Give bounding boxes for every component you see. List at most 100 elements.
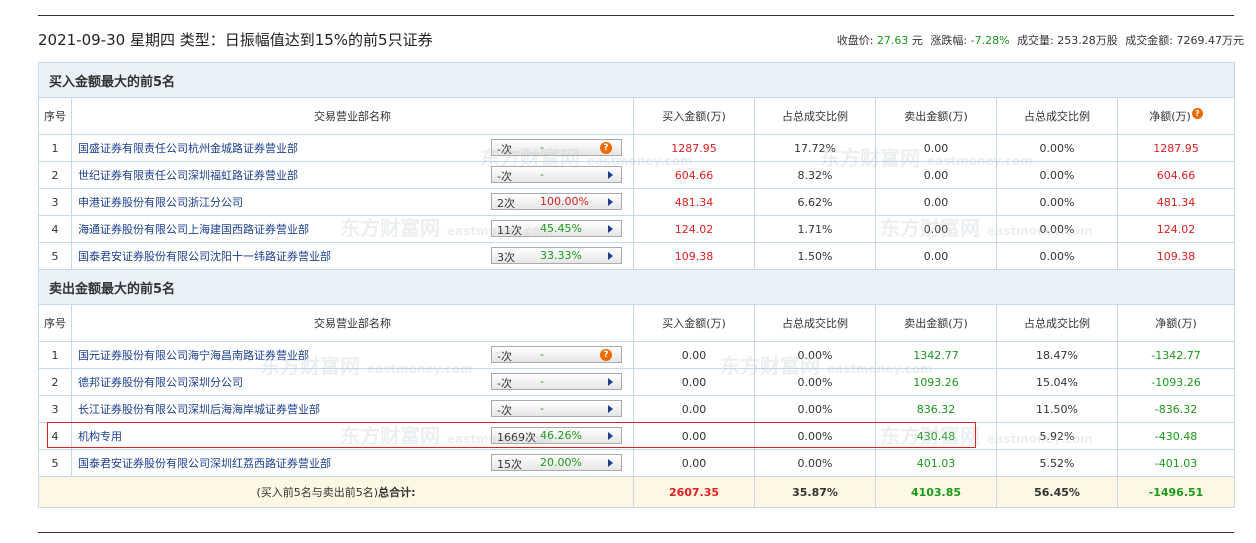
net-amount: 481.34	[1117, 188, 1235, 216]
win-rate: -	[540, 168, 544, 181]
buy-section-header: 买入金额最大的前5名	[38, 62, 1235, 98]
history-control[interactable]: 2次 100.00%	[491, 193, 622, 210]
arrow-right-icon[interactable]	[608, 171, 613, 179]
total-net: -1496.51	[1117, 476, 1235, 508]
sell-table-row: 2 德邦证券股份有限公司深圳分公司 -次 - 0.00 0.00% 1093.26 15.04…	[38, 368, 1235, 396]
row-number: 1	[38, 134, 72, 162]
sell-section-title: 卖出金额最大的前5名	[38, 269, 1235, 305]
listing-count: 11次	[497, 224, 522, 237]
buy-table-row: 4 海通证券股份有限公司上海建国西路证券营业部 11次 45.45% 124.02 1.7…	[38, 215, 1235, 243]
col-header-sell-ratio: 占总成交比例	[996, 304, 1118, 342]
help-icon[interactable]: ?	[600, 142, 612, 154]
help-icon[interactable]: ?	[600, 349, 612, 361]
sell-amount: 0.00	[875, 188, 997, 216]
buy-ratio: 1.50%	[754, 242, 876, 270]
sell-ratio: 5.52%	[996, 449, 1118, 477]
arrow-right-icon[interactable]	[608, 432, 613, 440]
sell-table-row: 1 国元证券股份有限公司海宁海昌南路证券营业部 -次 -? 0.00 0.00% 1342.…	[38, 341, 1235, 369]
net-amount: -401.03	[1117, 449, 1235, 477]
net-amount: 1287.95	[1117, 134, 1235, 162]
arrow-right-icon[interactable]	[608, 225, 613, 233]
dragon-tiger-table-wrapper: 买入金额最大的前5名 序号 交易营业部名称 买入金额(万) 占总成交比例 卖出金…	[38, 62, 1235, 508]
broker-link[interactable]: 世纪证券有限责任公司深圳福虹路证券营业部	[78, 169, 298, 182]
history-control[interactable]: -次 -	[491, 373, 622, 390]
win-rate: -	[540, 141, 544, 154]
buy-ratio: 0.00%	[754, 422, 876, 450]
total-buy: 2607.35	[633, 476, 755, 508]
listing-count: 2次	[497, 197, 515, 210]
dragon-tiger-table: 买入金额最大的前5名 序号 交易营业部名称 买入金额(万) 占总成交比例 卖出金…	[38, 62, 1235, 508]
total-sell: 4103.85	[875, 476, 997, 508]
history-control[interactable]: 3次 33.33%	[491, 247, 622, 264]
sell-ratio: 18.47%	[996, 341, 1118, 369]
buy-ratio: 0.00%	[754, 341, 876, 369]
close-price-value: 27.63	[876, 34, 909, 47]
broker-link[interactable]: 国泰君安证券股份有限公司沈阳十一纬路证券营业部	[78, 250, 331, 263]
win-rate: 46.26%	[540, 429, 582, 442]
row-number: 4	[38, 215, 72, 243]
col-header-buy-ratio: 占总成交比例	[754, 304, 876, 342]
stock-stats: 收盘价: 27.63 元 涨跌幅: -7.28% 成交量: 253.28万股 成…	[837, 32, 1244, 48]
win-rate: 45.45%	[540, 222, 582, 235]
broker-name-cell: 国盛证券有限责任公司杭州金城路证券营业部 -次 -?	[71, 134, 634, 162]
buy-amount: 109.38	[633, 242, 755, 270]
buy-ratio: 17.72%	[754, 134, 876, 162]
history-control[interactable]: -次 -?	[491, 139, 622, 156]
arrow-right-icon[interactable]	[608, 378, 613, 386]
sell-amount: 401.03	[875, 449, 997, 477]
sell-ratio: 5.92%	[996, 422, 1118, 450]
buy-ratio: 6.62%	[754, 188, 876, 216]
broker-link[interactable]: 国泰君安证券股份有限公司深圳红荔西路证券营业部	[78, 457, 331, 470]
page-header: 2021-09-30 星期四 类型：日振幅值达到15%的前5只证券 收盘价: 2…	[38, 24, 1244, 54]
arrow-right-icon[interactable]	[608, 459, 613, 467]
broker-link[interactable]: 长江证券股份有限公司深圳后海海岸城证券营业部	[78, 403, 320, 416]
broker-name-cell: 德邦证券股份有限公司深圳分公司 -次 -	[71, 368, 634, 396]
history-control[interactable]: -次 -?	[491, 346, 622, 363]
broker-link[interactable]: 海通证券股份有限公司上海建国西路证券营业部	[78, 223, 309, 236]
sell-amount: 430.48	[875, 422, 997, 450]
col-header-no: 序号	[38, 304, 72, 342]
sell-ratio: 11.50%	[996, 395, 1118, 423]
change-value: -7.28%	[970, 34, 1010, 47]
page-title: 2021-09-30 星期四 类型：日振幅值达到15%的前5只证券	[38, 31, 433, 49]
win-rate: 100.00%	[540, 195, 589, 208]
sell-amount: 1342.77	[875, 341, 997, 369]
listing-count: -次	[497, 404, 512, 417]
broker-name-cell: 国元证券股份有限公司海宁海昌南路证券营业部 -次 -?	[71, 341, 634, 369]
history-control[interactable]: -次 -	[491, 166, 622, 183]
win-rate: -	[540, 375, 544, 388]
history-control[interactable]: 15次 20.00%	[491, 454, 622, 471]
broker-link[interactable]: 德邦证券股份有限公司深圳分公司	[78, 376, 243, 389]
arrow-right-icon[interactable]	[608, 198, 613, 206]
broker-link[interactable]: 机构专用	[78, 430, 122, 443]
broker-name-cell: 长江证券股份有限公司深圳后海海岸城证券营业部 -次 -	[71, 395, 634, 423]
listing-count: -次	[497, 350, 512, 363]
history-control[interactable]: -次 -	[491, 400, 622, 417]
row-number: 4	[38, 422, 72, 450]
row-number: 2	[38, 161, 72, 189]
buy-section-title: 买入金额最大的前5名	[38, 62, 1235, 98]
broker-link[interactable]: 申港证券股份有限公司浙江分公司	[78, 196, 243, 209]
buy-table-row: 3 申港证券股份有限公司浙江分公司 2次 100.00% 481.34 6.62% 0.00…	[38, 188, 1235, 216]
total-buy-ratio: 35.87%	[754, 476, 876, 508]
buy-amount: 0.00	[633, 368, 755, 396]
total-label: (买入前5名与卖出前5名)总合计:	[38, 476, 634, 508]
turnover-value: 7269.47万元	[1176, 34, 1245, 47]
row-number: 3	[38, 188, 72, 216]
sell-amount: 0.00	[875, 242, 997, 270]
buy-ratio: 8.32%	[754, 161, 876, 189]
buy-table-row: 5 国泰君安证券股份有限公司沈阳十一纬路证券营业部 3次 33.33% 109.38 1.…	[38, 242, 1235, 270]
broker-link[interactable]: 国元证券股份有限公司海宁海昌南路证券营业部	[78, 349, 309, 362]
help-icon[interactable]: ?	[1191, 108, 1203, 119]
col-header-name: 交易营业部名称	[71, 97, 634, 135]
history-control[interactable]: 11次 45.45%	[491, 220, 622, 237]
sell-ratio: 0.00%	[996, 242, 1118, 270]
sell-ratio: 15.04%	[996, 368, 1118, 396]
arrow-right-icon[interactable]	[608, 252, 613, 260]
buy-ratio: 0.00%	[754, 449, 876, 477]
volume-value: 253.28万股	[1057, 34, 1118, 47]
buy-ratio: 1.71%	[754, 215, 876, 243]
arrow-right-icon[interactable]	[608, 405, 613, 413]
broker-link[interactable]: 国盛证券有限责任公司杭州金城路证券营业部	[78, 142, 298, 155]
history-control[interactable]: 1669次 46.26%	[491, 427, 622, 444]
